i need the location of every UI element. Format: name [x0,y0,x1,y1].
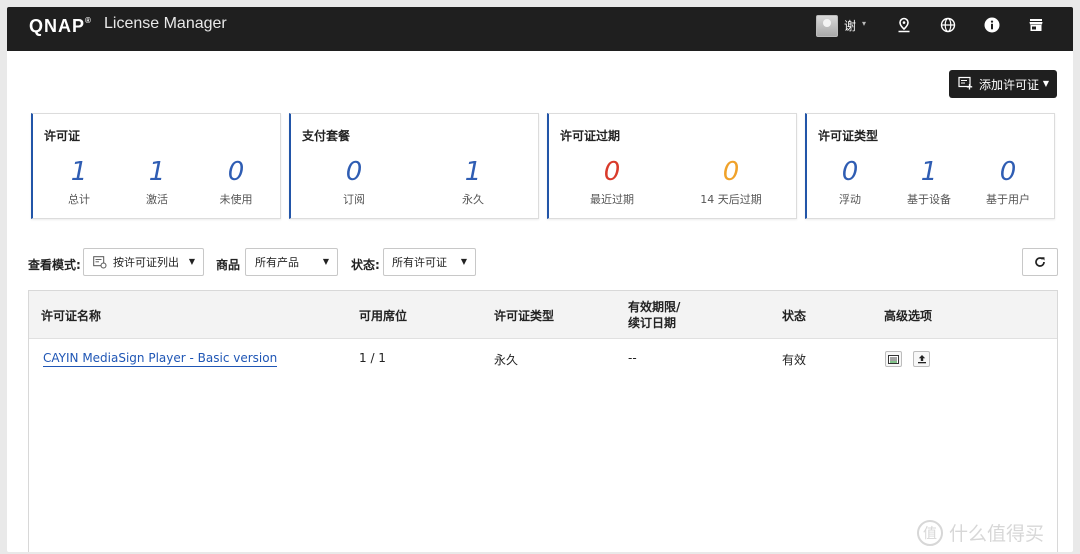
card-title: 许可证 [44,129,81,143]
app-title: License Manager [104,15,227,32]
type-cell: 永久 [494,353,519,367]
stat-label: 浮动 [839,193,861,206]
add-license-button[interactable]: 添加许可证 ▼ [949,70,1057,98]
license-expiry-card: 许可证过期 0 最近过期 0 14 天后过期 [547,113,797,219]
add-license-label: 添加许可证 [979,77,1040,92]
stat-device-based[interactable]: 1 基于设备 [889,158,969,207]
column-header-expiry-line1: 有效期限/ [628,300,681,314]
license-name-link[interactable]: CAYIN MediaSign Player - Basic version [43,351,278,367]
stat-label: 基于用户 [986,193,1030,206]
stat-subscription[interactable]: 0 订阅 [314,158,394,207]
stat-value: 1 [920,157,938,187]
column-header-expiry[interactable]: 有效期限/ 续订日期 [628,299,680,331]
stat-value: 1 [70,157,88,187]
user-menu-caret-icon[interactable]: ▾ [862,19,866,28]
watermark-logo: 值 [917,519,943,546]
column-header-advanced: 高级选项 [884,309,933,323]
license-manager-window: QNAP® License Manager 谢 ▾ 添加许可证 ▼ 许可证 1 … [7,7,1073,552]
add-license-icon [958,76,973,93]
expiry-cell: -- [628,351,637,365]
location-pin-icon[interactable] [895,16,913,34]
view-mode-value: 按许可证列出 [113,256,179,269]
stat-value: 0 [722,157,740,187]
stat-user-based[interactable]: 0 基于用户 [968,158,1048,207]
stat-label: 基于设备 [907,193,951,206]
chevron-down-icon: ▼ [188,257,195,266]
refresh-icon [1034,256,1046,268]
qnap-logo: QNAP® [29,16,92,37]
stat-recently-expired[interactable]: 0 最近过期 [572,158,652,207]
avatar[interactable] [816,15,838,37]
upload-icon [917,354,927,364]
list-by-license-icon [93,255,107,269]
globe-icon[interactable] [939,16,957,34]
license-details-button[interactable] [885,351,902,367]
stat-value: 0 [345,157,363,187]
product-value: 所有产品 [255,256,299,269]
stat-label: 14 天后过期 [700,193,762,206]
stat-value: 0 [999,157,1017,187]
logo-text: QNAP [29,16,86,36]
product-select[interactable]: 所有产品 ▼ [245,248,338,276]
info-icon[interactable] [983,16,1001,34]
store-icon[interactable] [1027,16,1045,34]
license-type-card: 许可证类型 0 浮动 1 基于设备 0 基于用户 [805,113,1055,219]
stat-value: 1 [464,157,482,187]
license-summary-card: 许可证 1 总计 1 激活 0 未使用 [31,113,281,219]
column-header-type[interactable]: 许可证类型 [494,307,554,324]
status-cell: 有效 [782,353,807,367]
watermark: 值 什么值得买 [917,519,1044,546]
license-name[interactable]: CAYIN MediaSign Player - Basic version [43,351,278,367]
card-title: 许可证类型 [818,129,879,143]
status-select[interactable]: 所有许可证 ▼ [383,248,476,276]
stat-label: 最近过期 [590,193,634,206]
stat-perpetual[interactable]: 1 永久 [433,158,513,207]
seats-cell: 1 / 1 [359,351,386,365]
top-bar: QNAP® License Manager 谢 ▾ [7,7,1073,51]
column-header-seats[interactable]: 可用席位 [359,307,407,324]
table-header: 许可证名称 可用席位 许可证类型 有效期限/ 续订日期 状态 高级选项 [29,291,1057,339]
license-details-icon [888,354,899,364]
stat-label: 未使用 [219,193,253,206]
stat-value: 0 [227,157,245,187]
refresh-button[interactable] [1022,248,1058,276]
stat-label: 永久 [462,193,484,206]
status-label: 状态: [351,258,380,272]
license-table: 许可证名称 可用席位 许可证类型 有效期限/ 续订日期 状态 高级选项 CAYI… [28,290,1058,552]
stat-expiring-14-days[interactable]: 0 14 天后过期 [691,158,771,207]
stat-value: 1 [148,157,166,187]
stat-floating[interactable]: 0 浮动 [810,158,890,207]
column-header-status[interactable]: 状态 [782,307,806,324]
logo-registered-mark: ® [85,16,92,25]
upload-button[interactable] [913,351,930,367]
status-value: 所有许可证 [392,256,447,269]
stat-label: 订阅 [343,193,365,206]
view-mode-label: 查看模式: [28,258,81,272]
watermark-text: 什么值得买 [949,523,1045,545]
payment-plan-card: 支付套餐 0 订阅 1 永久 [289,113,539,219]
stat-label: 激活 [146,193,168,206]
product-label: 商品 [216,258,241,272]
stat-value: 0 [841,157,859,187]
stat-value: 0 [603,157,621,187]
chevron-down-icon: ▼ [460,257,467,266]
stat-total[interactable]: 1 总计 [39,158,119,207]
user-name[interactable]: 谢 [844,17,856,34]
stat-active[interactable]: 1 激活 [117,158,197,207]
stat-label: 总计 [68,193,90,206]
chevron-down-icon: ▼ [322,257,329,266]
stat-unused[interactable]: 0 未使用 [196,158,276,207]
card-title: 支付套餐 [302,129,351,143]
view-mode-select[interactable]: 按许可证列出 ▼ [83,248,204,276]
add-license-caret-icon: ▼ [1042,79,1049,88]
card-title: 许可证过期 [560,129,621,143]
column-header-name[interactable]: 许可证名称 [41,307,101,324]
column-header-expiry-line2: 续订日期 [628,316,677,330]
